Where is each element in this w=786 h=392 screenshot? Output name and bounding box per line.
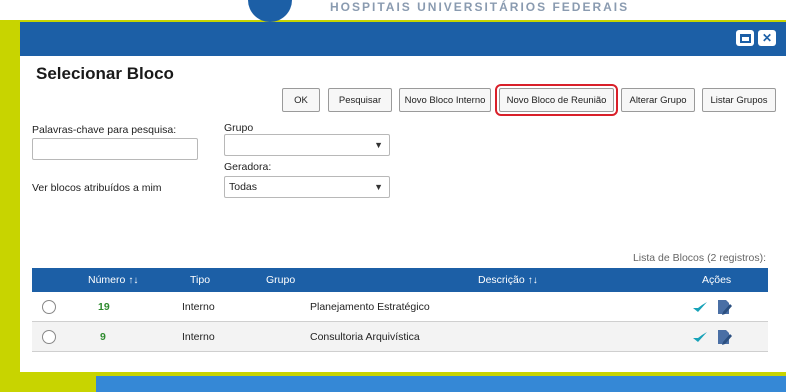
column-descricao-label: Descrição [478, 274, 525, 286]
blocks-table: Número ↑↓ Tipo Grupo Descrição ↑↓ Ações 19… [32, 268, 768, 352]
keywords-label: Palavras-chave para pesquisa: [32, 124, 177, 136]
row-select-radio[interactable] [42, 330, 56, 344]
chevron-down-icon: ▼ [374, 140, 383, 150]
edit-document-icon[interactable] [716, 299, 732, 315]
row-tipo: Interno [182, 331, 215, 343]
row-descricao: Consultoria Arquivística [310, 331, 420, 343]
edit-document-icon[interactable] [716, 329, 732, 345]
check-arrow-icon[interactable] [692, 299, 708, 315]
geradora-select[interactable]: Todas ▼ [224, 176, 390, 198]
page-title: Selecionar Bloco [36, 64, 174, 83]
novo-bloco-interno-button[interactable]: Novo Bloco Interno [399, 88, 491, 112]
column-numero[interactable]: Número ↑↓ [88, 274, 138, 286]
grupo-select[interactable]: ▼ [224, 134, 390, 156]
row-numero[interactable]: 19 [98, 301, 110, 313]
close-icon[interactable]: ✕ [758, 30, 776, 46]
select-block-dialog: ✕ Selecionar Bloco OK Pesquisar Novo Blo… [20, 22, 786, 372]
listar-grupos-button[interactable]: Listar Grupos [702, 88, 776, 112]
keywords-input[interactable] [32, 138, 198, 160]
geradora-select-value: Todas [229, 181, 258, 193]
column-acoes: Ações [702, 274, 732, 286]
row-numero[interactable]: 9 [100, 331, 106, 343]
ver-blocos-label[interactable]: Ver blocos atribuídos a mim [32, 182, 162, 194]
pesquisar-button[interactable]: Pesquisar [328, 88, 392, 112]
row-tipo: Interno [182, 301, 215, 313]
ok-button[interactable]: OK [282, 88, 320, 112]
sort-arrows-icon[interactable]: ↑↓ [528, 275, 538, 286]
alterar-grupo-button[interactable]: Alterar Grupo [621, 88, 695, 112]
row-descricao: Planejamento Estratégico [310, 301, 430, 313]
geradora-label: Geradora: [224, 161, 272, 173]
dialog-titlebar: ✕ [20, 22, 786, 56]
records-count: Lista de Blocos (2 registros): [632, 252, 766, 264]
sort-arrows-icon[interactable]: ↑↓ [128, 275, 138, 286]
novo-bloco-reuniao-button[interactable]: Novo Bloco de Reunião [495, 84, 618, 116]
column-grupo: Grupo [266, 274, 296, 286]
footer-band [96, 376, 786, 392]
column-tipo: Tipo [190, 274, 211, 286]
table-row[interactable]: 9 Interno Consultoria Arquivística [32, 322, 768, 352]
table-row[interactable]: 19 Interno Planejamento Estratégico [32, 292, 768, 322]
grupo-label: Grupo [224, 122, 254, 134]
row-select-radio[interactable] [42, 300, 56, 314]
column-numero-label: Número [88, 274, 126, 286]
header-banner-text: HOSPITAIS UNIVERSITÁRIOS FEDERAIS [330, 0, 630, 14]
table-header: Número ↑↓ Tipo Grupo Descrição ↑↓ Ações [32, 268, 768, 292]
column-descricao[interactable]: Descrição ↑↓ [478, 274, 538, 286]
check-arrow-icon[interactable] [692, 329, 708, 345]
chevron-down-icon: ▼ [374, 182, 383, 192]
maximize-icon[interactable] [736, 30, 754, 46]
